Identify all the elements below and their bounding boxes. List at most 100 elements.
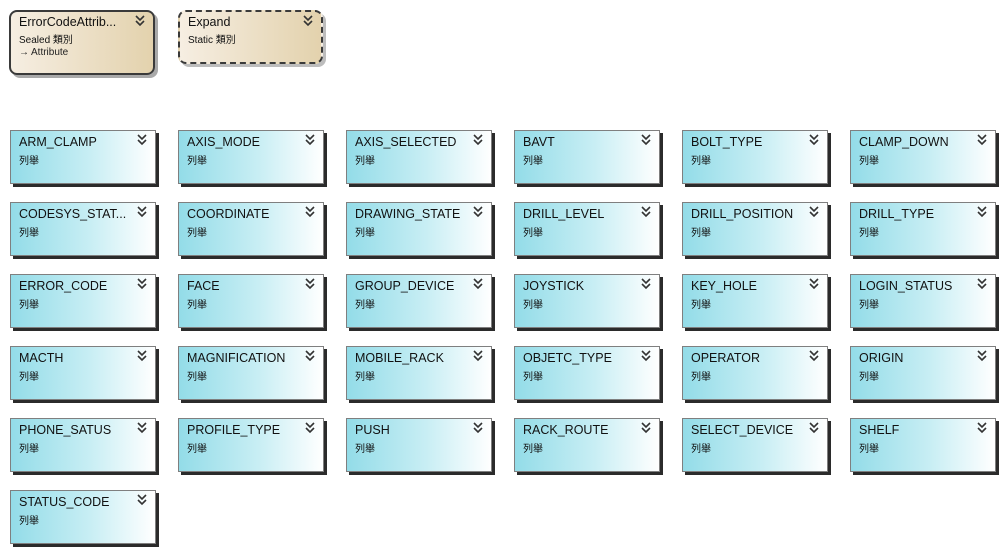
enum-node[interactable]: FACE 列舉 [178, 274, 324, 328]
enum-node[interactable]: PUSH 列舉 [346, 418, 492, 472]
double-chevron-down-icon[interactable] [809, 134, 819, 146]
enum-node[interactable]: AXIS_SELECTED 列舉 [346, 130, 492, 184]
enum-node[interactable]: ORIGIN 列舉 [850, 346, 996, 400]
enum-stereotype: 列舉 [523, 300, 543, 311]
enum-node[interactable]: CODESYS_STAT... 列舉 [10, 202, 156, 256]
enum-node[interactable]: CLAMP_DOWN 列舉 [850, 130, 996, 184]
double-chevron-down-icon[interactable] [305, 134, 315, 146]
enum-stereotype: 列舉 [187, 228, 207, 239]
double-chevron-down-icon[interactable] [137, 206, 147, 218]
enum-stereotype: 列舉 [187, 156, 207, 167]
double-chevron-down-icon[interactable] [135, 15, 145, 27]
double-chevron-down-icon[interactable] [473, 134, 483, 146]
enum-node[interactable]: JOYSTICK 列舉 [514, 274, 660, 328]
enum-node[interactable]: ERROR_CODE 列舉 [10, 274, 156, 328]
enum-name: FACE [187, 279, 220, 293]
double-chevron-down-icon[interactable] [977, 278, 987, 290]
enum-stereotype: 列舉 [19, 228, 39, 239]
double-chevron-down-icon[interactable] [977, 134, 987, 146]
enum-stereotype: 列舉 [19, 300, 39, 311]
enum-name: MACTH [19, 351, 64, 365]
double-chevron-down-icon[interactable] [977, 422, 987, 434]
double-chevron-down-icon[interactable] [137, 494, 147, 506]
enum-node[interactable]: SELECT_DEVICE 列舉 [682, 418, 828, 472]
enum-stereotype: 列舉 [19, 156, 39, 167]
enum-name: AXIS_MODE [187, 135, 260, 149]
enum-name: MAGNIFICATION [187, 351, 286, 365]
enum-name: OBJETC_TYPE [523, 351, 612, 365]
enum-name: DRAWING_STATE [355, 207, 461, 221]
class-node-expand[interactable]: Expand Static 類別 [178, 10, 323, 64]
enum-node[interactable]: MACTH 列舉 [10, 346, 156, 400]
class-stereotype: Sealed 類別 [19, 35, 73, 46]
enum-node[interactable]: STATUS_CODE 列舉 [10, 490, 156, 544]
double-chevron-down-icon[interactable] [641, 278, 651, 290]
enum-node[interactable]: DRILL_LEVEL 列舉 [514, 202, 660, 256]
enum-name: JOYSTICK [523, 279, 585, 293]
double-chevron-down-icon[interactable] [305, 422, 315, 434]
enum-node[interactable]: PHONE_SATUS 列舉 [10, 418, 156, 472]
enum-node[interactable]: MOBILE_RACK 列舉 [346, 346, 492, 400]
double-chevron-down-icon[interactable] [137, 350, 147, 362]
double-chevron-down-icon[interactable] [303, 15, 313, 27]
enum-name: ARM_CLAMP [19, 135, 97, 149]
double-chevron-down-icon[interactable] [977, 206, 987, 218]
enum-stereotype: 列舉 [523, 228, 543, 239]
class-name: ErrorCodeAttrib... [19, 15, 117, 29]
double-chevron-down-icon[interactable] [809, 350, 819, 362]
enum-stereotype: 列舉 [355, 300, 375, 311]
enum-node[interactable]: RACK_ROUTE 列舉 [514, 418, 660, 472]
enum-node[interactable]: OBJETC_TYPE 列舉 [514, 346, 660, 400]
double-chevron-down-icon[interactable] [809, 278, 819, 290]
double-chevron-down-icon[interactable] [137, 422, 147, 434]
double-chevron-down-icon[interactable] [137, 278, 147, 290]
double-chevron-down-icon[interactable] [809, 422, 819, 434]
enum-stereotype: 列舉 [19, 444, 39, 455]
enum-node[interactable]: AXIS_MODE 列舉 [178, 130, 324, 184]
double-chevron-down-icon[interactable] [641, 206, 651, 218]
double-chevron-down-icon[interactable] [305, 278, 315, 290]
enum-node[interactable]: LOGIN_STATUS 列舉 [850, 274, 996, 328]
double-chevron-down-icon[interactable] [641, 350, 651, 362]
enum-name: GROUP_DEVICE [355, 279, 455, 293]
enum-name: RACK_ROUTE [523, 423, 609, 437]
enum-node[interactable]: DRAWING_STATE 列舉 [346, 202, 492, 256]
enum-name: SHELF [859, 423, 900, 437]
enum-node[interactable]: BOLT_TYPE 列舉 [682, 130, 828, 184]
enum-node[interactable]: ARM_CLAMP 列舉 [10, 130, 156, 184]
enum-stereotype: 列舉 [691, 372, 711, 383]
enum-stereotype: 列舉 [355, 228, 375, 239]
enum-node[interactable]: SHELF 列舉 [850, 418, 996, 472]
double-chevron-down-icon[interactable] [641, 422, 651, 434]
enum-node[interactable]: KEY_HOLE 列舉 [682, 274, 828, 328]
enum-node[interactable]: PROFILE_TYPE 列舉 [178, 418, 324, 472]
double-chevron-down-icon[interactable] [641, 134, 651, 146]
double-chevron-down-icon[interactable] [473, 206, 483, 218]
enum-node[interactable]: GROUP_DEVICE 列舉 [346, 274, 492, 328]
enum-stereotype: 列舉 [187, 444, 207, 455]
enum-stereotype: 列舉 [523, 372, 543, 383]
double-chevron-down-icon[interactable] [137, 134, 147, 146]
enum-node[interactable]: BAVT 列舉 [514, 130, 660, 184]
enum-name: STATUS_CODE [19, 495, 110, 509]
double-chevron-down-icon[interactable] [473, 278, 483, 290]
class-node-error-code-attribute[interactable]: ErrorCodeAttrib... Sealed 類別 → Attribute [9, 10, 155, 75]
enum-stereotype: 列舉 [859, 228, 879, 239]
enum-name: OPERATOR [691, 351, 760, 365]
double-chevron-down-icon[interactable] [305, 350, 315, 362]
enum-name: CODESYS_STAT... [19, 207, 127, 221]
double-chevron-down-icon[interactable] [977, 350, 987, 362]
double-chevron-down-icon[interactable] [305, 206, 315, 218]
class-parent: → Attribute [19, 47, 68, 58]
double-chevron-down-icon[interactable] [473, 422, 483, 434]
enum-node[interactable]: DRILL_TYPE 列舉 [850, 202, 996, 256]
enum-node[interactable]: OPERATOR 列舉 [682, 346, 828, 400]
enum-node[interactable]: DRILL_POSITION 列舉 [682, 202, 828, 256]
enum-node[interactable]: COORDINATE 列舉 [178, 202, 324, 256]
double-chevron-down-icon[interactable] [809, 206, 819, 218]
enum-name: SELECT_DEVICE [691, 423, 794, 437]
enum-node[interactable]: MAGNIFICATION 列舉 [178, 346, 324, 400]
double-chevron-down-icon[interactable] [473, 350, 483, 362]
enum-name: COORDINATE [187, 207, 270, 221]
enum-name: PUSH [355, 423, 390, 437]
